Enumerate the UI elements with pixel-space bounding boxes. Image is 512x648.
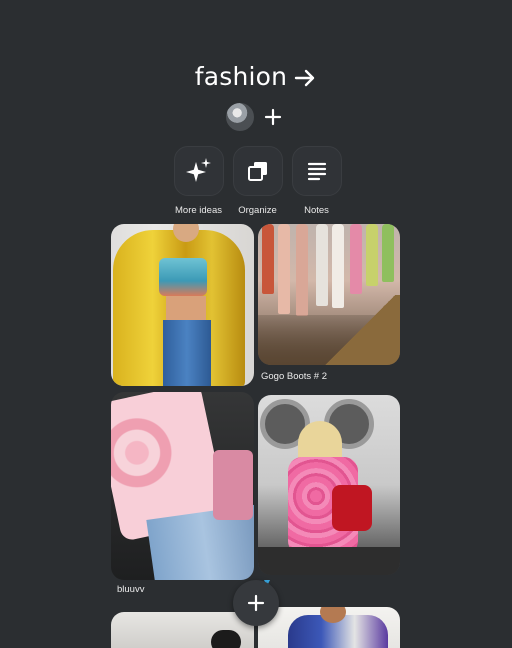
- pin-art-bag: [332, 485, 372, 531]
- pin-art-boot: [278, 224, 290, 314]
- pin-image-pink-sweater[interactable]: [258, 395, 400, 575]
- board-header[interactable]: fashion: [0, 62, 512, 91]
- pin-art-boot: [382, 224, 394, 282]
- pin-image-partial-left[interactable]: [111, 612, 254, 648]
- board-title[interactable]: fashion: [195, 62, 287, 91]
- pin-art-skin: [166, 296, 206, 322]
- pin-image-pink-shirt[interactable]: [111, 392, 254, 580]
- pin-art-wood: [320, 295, 400, 365]
- plus-icon: [264, 108, 282, 126]
- notes-action[interactable]: Notes: [291, 146, 342, 216]
- notes-label: Notes: [304, 205, 329, 216]
- collaborators-row: [0, 101, 512, 133]
- organize-icon: [247, 162, 267, 181]
- pin-art-boot: [366, 224, 378, 286]
- pin-art-top: [159, 258, 207, 296]
- organize-label: Organize: [238, 205, 277, 216]
- avatar[interactable]: [224, 101, 256, 133]
- pin-caption[interactable]: bluuvv: [117, 584, 144, 595]
- more-ideas-label: More ideas: [175, 205, 222, 216]
- board-actions: More ideas Organize Notes: [173, 146, 342, 216]
- add-pin-button[interactable]: [233, 580, 279, 626]
- pin-caption[interactable]: Gogo Boots # 2: [261, 371, 327, 382]
- add-collaborator-button[interactable]: [258, 102, 288, 132]
- pin-art-jeans: [163, 320, 211, 386]
- pin-art-boot: [296, 224, 308, 316]
- sparkle-icon: [185, 158, 211, 182]
- arrow-right-icon[interactable]: [293, 66, 317, 90]
- notes-icon: [307, 162, 326, 181]
- notes-button[interactable]: [291, 146, 342, 196]
- pin-art-shoe: [211, 630, 241, 648]
- more-ideas-action[interactable]: More ideas: [173, 146, 224, 216]
- pin-image-gogo-boots[interactable]: [258, 224, 400, 365]
- pin-art-boot: [350, 224, 362, 294]
- pin-art-floor: [258, 547, 400, 575]
- pin-art-boot: [262, 224, 274, 294]
- organize-button[interactable]: [232, 146, 283, 196]
- organize-action[interactable]: Organize: [232, 146, 283, 216]
- pin-art-boot: [316, 224, 328, 306]
- pin-image-partial-right[interactable]: [258, 607, 400, 648]
- board-page: fashion More ideas Organize Notes Gogo B…: [0, 0, 512, 648]
- pin-art-bag: [213, 450, 253, 520]
- pin-image-yellow-coat[interactable]: [111, 224, 254, 386]
- more-ideas-button[interactable]: [173, 146, 224, 196]
- plus-icon: [247, 594, 265, 612]
